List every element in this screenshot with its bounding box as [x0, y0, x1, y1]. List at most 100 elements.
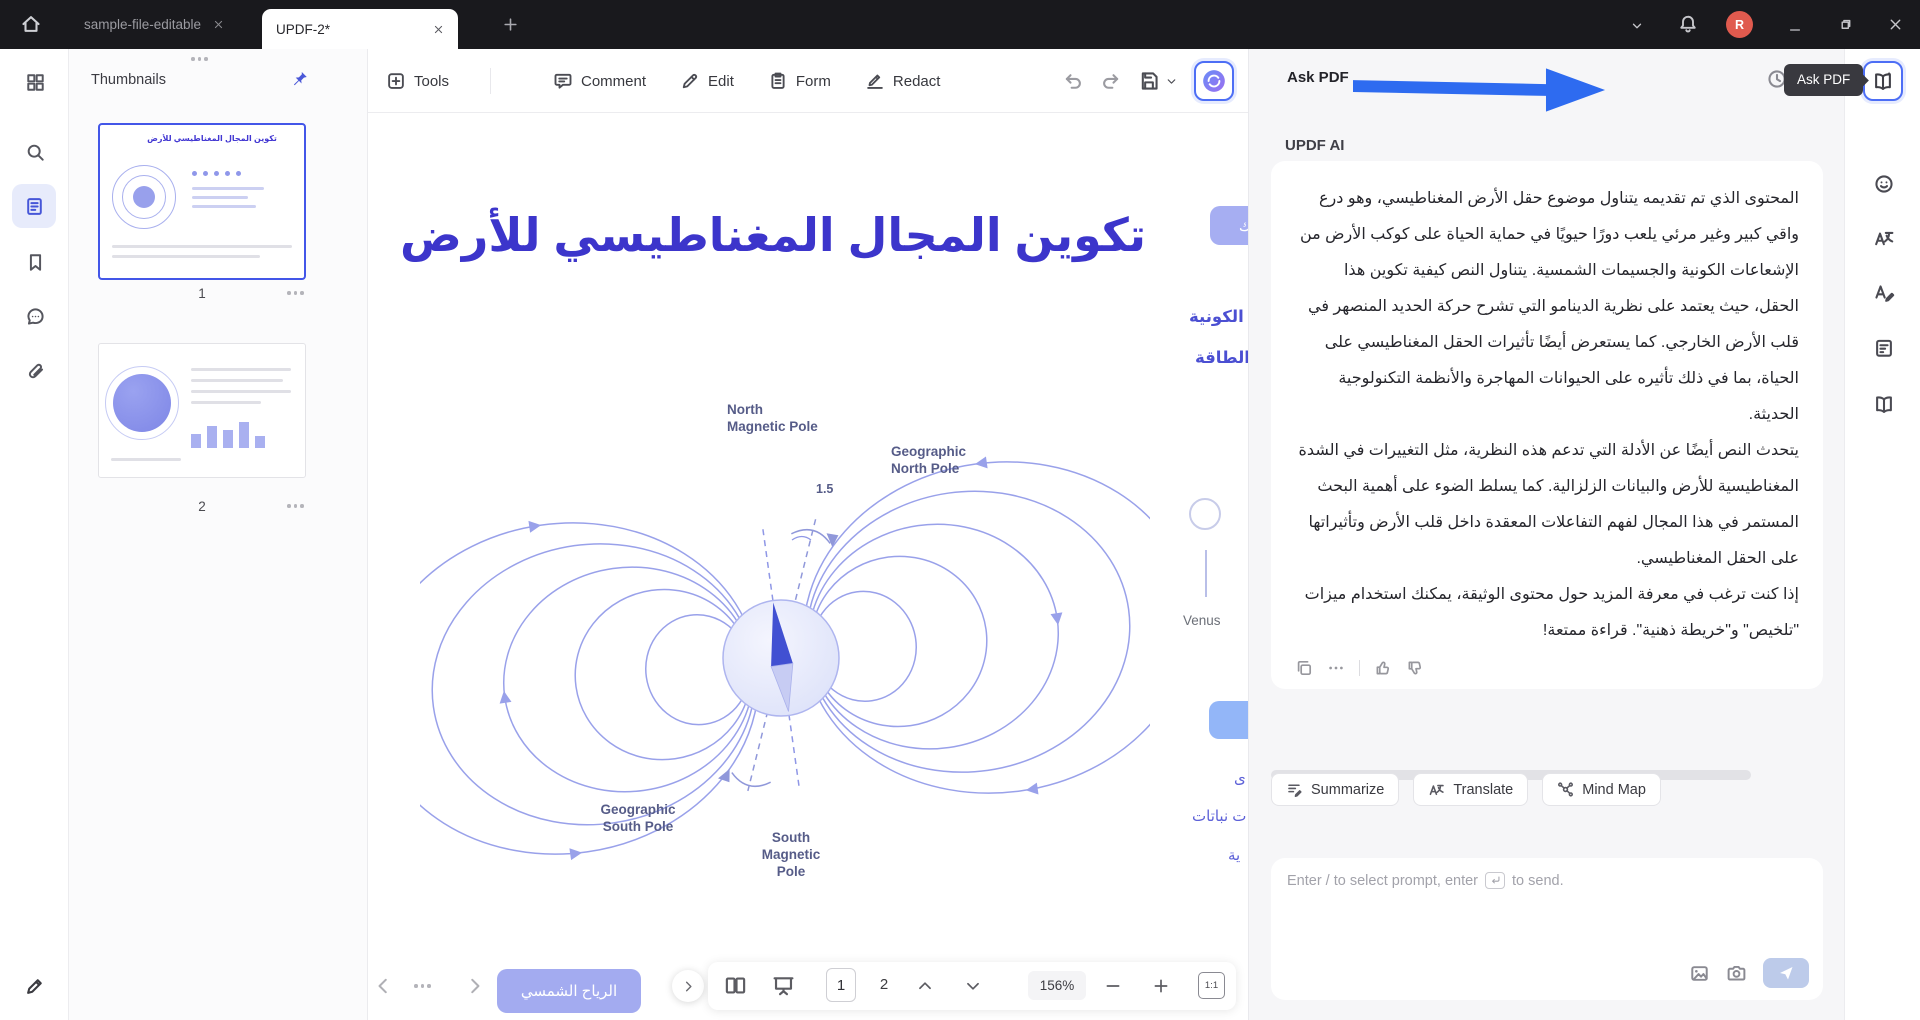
zoom-in-icon[interactable] [1152, 977, 1170, 995]
ai-response-paragraph: المحتوى الذي تم تقديمه يتناول موضوع حقل … [1299, 190, 1799, 423]
label-north-magnetic-pole: North Magnetic Pole [727, 402, 818, 434]
feedback-smiley-icon[interactable] [1872, 172, 1896, 196]
panel-drag-handle-icon[interactable] [191, 57, 208, 61]
thumbnail-page-2[interactable] [98, 343, 306, 478]
notifications-bell-icon[interactable] [1678, 14, 1698, 34]
presentation-mode-icon[interactable] [772, 974, 795, 997]
tools-button[interactable]: Tools [386, 63, 449, 99]
restore-window-icon[interactable] [1838, 17, 1853, 32]
new-tab-button[interactable] [502, 16, 519, 33]
edit-label: Edit [708, 72, 734, 90]
two-page-view-icon[interactable] [724, 974, 747, 997]
mini-bar [192, 187, 264, 190]
form-button[interactable]: Form [768, 63, 831, 99]
signature-pen-icon[interactable] [23, 974, 47, 998]
proofread-icon[interactable] [1872, 280, 1896, 304]
screenshot-camera-icon[interactable] [1726, 963, 1747, 984]
user-avatar[interactable]: R [1726, 11, 1753, 38]
ai-input-area[interactable]: Enter / to select prompt, enter to send. [1271, 858, 1823, 1000]
translate-icon [1429, 784, 1445, 796]
thumbnail-page-1[interactable]: تكوين المجال المغناطيسي للأرض [98, 123, 306, 280]
ai-response-paragraph: إذا كنت ترغب في معرفة المزيد حول محتوى ا… [1304, 586, 1799, 639]
page-down-chevron-icon[interactable] [964, 977, 982, 995]
comments-panel-icon[interactable] [23, 304, 47, 328]
save-chevron-icon [1167, 78, 1176, 84]
more-actions-icon[interactable] [1327, 659, 1345, 677]
actual-size-button[interactable]: 1:1 [1198, 972, 1225, 999]
close-window-icon[interactable] [1888, 17, 1903, 32]
copy-icon[interactable] [1295, 659, 1313, 677]
summarize-button[interactable]: Summarize [1271, 773, 1400, 806]
tab-sample-file-editable[interactable]: sample-file-editable [84, 0, 224, 49]
toolbar-divider [490, 68, 491, 94]
edit-button[interactable]: Edit [680, 63, 734, 99]
attachments-icon[interactable] [23, 359, 47, 383]
redact-button[interactable]: Redact [865, 63, 940, 99]
right-icon-rail [1844, 49, 1920, 1020]
page-up-chevron-icon[interactable] [916, 977, 934, 995]
comment-button[interactable]: Comment [553, 63, 646, 99]
translate-label: Translate [1453, 781, 1514, 798]
tab-updf-2[interactable]: UPDF-2* [262, 9, 458, 49]
page-prev-chevron-icon[interactable] [372, 975, 394, 997]
ask-pdf-panel: Ask PDF UPDF AI المحتوى الذي تم تقديمه ي… [1248, 49, 1844, 1020]
clipped-topic-button-top[interactable]: ك [1210, 206, 1248, 245]
tooltip-label: Ask PDF [1797, 72, 1851, 87]
mini-dots [192, 171, 241, 176]
clipped-text-a: ى [1234, 770, 1246, 787]
chevron-down-icon[interactable] [1630, 19, 1644, 33]
thumbnail-1-menu-icon[interactable] [287, 291, 304, 295]
thumbnails-panel: Thumbnails تكوين المجال المغناطيسي للأرض… [69, 49, 368, 1020]
close-tab-icon[interactable] [433, 24, 444, 35]
thumbs-down-icon[interactable] [1406, 659, 1424, 677]
radio-circle[interactable] [1189, 498, 1221, 530]
pdf-page[interactable]: تكوين المجال المغناطيسي للأرض North Magn… [368, 113, 1248, 1020]
actual-size-label: 1:1 [1204, 980, 1219, 991]
pin-panel-icon[interactable] [291, 70, 309, 88]
main-toolbar: Tools Comment Edit Form Redact [368, 49, 1248, 113]
reader-book-icon[interactable] [1872, 392, 1896, 416]
translate-rail-icon[interactable] [1872, 226, 1896, 250]
ask-pdf-rail-button[interactable] [1863, 61, 1903, 101]
summarize-label: Summarize [1311, 781, 1385, 798]
close-tab-icon[interactable] [213, 19, 224, 30]
expand-toolbar-button[interactable] [672, 970, 704, 1002]
page-nav-more-icon[interactable] [414, 984, 431, 988]
home-icon[interactable] [20, 13, 42, 35]
solar-wind-button[interactable]: الرياح الشمسي [497, 969, 641, 1013]
insert-image-icon[interactable] [1689, 963, 1710, 984]
translate-button[interactable]: Translate [1413, 773, 1529, 806]
mini-chart-bars [191, 420, 265, 448]
summarize-icon [1288, 784, 1302, 797]
clipped-text-c: ية [1228, 847, 1241, 864]
mode-buttons: Comment Edit Form Redact [553, 63, 940, 99]
bookmarks-icon[interactable] [23, 250, 47, 274]
thumbs-up-icon[interactable] [1374, 659, 1392, 677]
mini-bar [192, 196, 248, 199]
mind-map-label: Mind Map [1582, 781, 1646, 798]
minimize-window-icon[interactable] [1788, 23, 1802, 37]
undo-icon[interactable] [1062, 70, 1084, 92]
apps-grid-icon[interactable] [23, 70, 47, 94]
zoom-out-icon[interactable] [1104, 977, 1122, 995]
send-button[interactable] [1763, 958, 1809, 988]
search-icon[interactable] [23, 140, 47, 164]
form-fill-icon[interactable] [1872, 336, 1896, 360]
clipped-topic-button-bottom[interactable] [1209, 701, 1248, 739]
updf-ai-button[interactable] [1194, 61, 1234, 101]
label-geographic-south-pole: Geographic South Pole [600, 802, 676, 834]
page-next-chevron-icon[interactable] [464, 975, 486, 997]
venus-axis-line [1205, 550, 1207, 597]
save-icon[interactable] [1138, 70, 1178, 92]
thumbnail-2-menu-icon[interactable] [287, 504, 304, 508]
thumbnails-panel-icon[interactable] [12, 184, 56, 228]
ai-response-paragraph: يتحدث النص أيضًا عن الأدلة التي تدعم هذه… [1298, 442, 1799, 567]
label-axis-angle: 1.5 [816, 482, 834, 496]
redo-icon[interactable] [1100, 70, 1122, 92]
zoom-level[interactable]: 156% [1028, 971, 1086, 1000]
next-page-number[interactable]: 2 [872, 976, 896, 993]
mind-map-button[interactable]: Mind Map [1542, 773, 1661, 806]
mini-text-line [191, 379, 283, 382]
mini-text-line [112, 245, 292, 248]
current-page-box[interactable]: 1 [826, 968, 856, 1002]
